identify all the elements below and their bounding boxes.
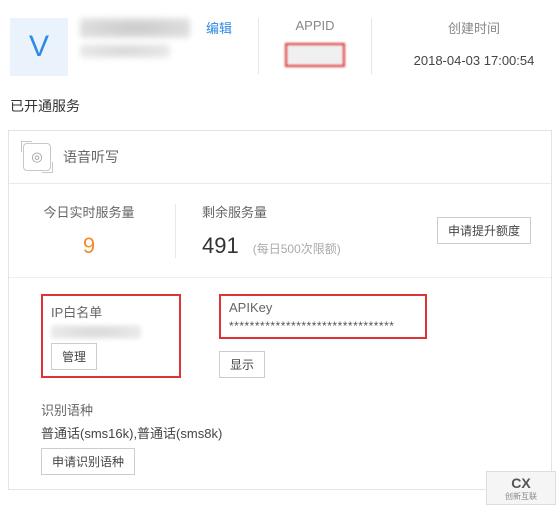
today-usage-label: 今日实时服务量	[43, 202, 134, 221]
logo-sub: 创新互联	[505, 491, 537, 502]
remaining-value: 491	[202, 233, 239, 259]
app-header: V 编辑 APPID 创建时间 2018-04-03 17:00:54	[0, 0, 560, 88]
service-header: ◎ 语音听写	[9, 131, 551, 184]
upgrade-quota-button[interactable]: 申请提升额度	[437, 217, 531, 244]
apikey-value: ********************************	[229, 319, 417, 333]
apikey-show-button[interactable]: 显示	[219, 351, 265, 378]
edit-link[interactable]: 编辑	[206, 18, 232, 37]
service-name: 语音听写	[63, 147, 119, 167]
stats-row: 今日实时服务量 9 剩余服务量 491 (每日500次限额) 申请提升额度	[9, 184, 551, 277]
brand-logo: CX 创新互联	[486, 471, 556, 505]
language-value: 普通话(sms16k),普通话(sms8k)	[41, 423, 519, 442]
remaining-note: (每日500次限额)	[253, 240, 341, 257]
divider	[371, 18, 372, 74]
remaining-label: 剩余服务量	[202, 202, 437, 221]
voice-icon: ◎	[23, 143, 51, 171]
create-time-label: 创建时间	[448, 18, 500, 37]
app-name-redacted	[80, 18, 190, 38]
appid-value-redacted	[285, 43, 345, 67]
today-usage-value: 9	[83, 233, 95, 259]
divider	[258, 18, 259, 74]
ip-whitelist-label: IP白名单	[51, 302, 171, 321]
ip-whitelist-value-redacted	[51, 325, 141, 339]
app-sub-redacted	[80, 44, 170, 58]
ip-manage-button[interactable]: 管理	[51, 343, 97, 370]
section-title: 已开通服务	[0, 88, 560, 124]
apikey-label: APIKey	[229, 300, 417, 315]
language-block: 识别语种 普通话(sms16k),普通话(sms8k) 申请识别语种	[9, 394, 551, 489]
apply-language-button[interactable]: 申请识别语种	[41, 448, 135, 475]
divider	[175, 204, 176, 258]
avatar: V	[10, 18, 68, 76]
language-label: 识别语种	[41, 400, 519, 419]
create-time-value: 2018-04-03 17:00:54	[414, 53, 535, 68]
appid-label: APPID	[296, 18, 335, 33]
service-card: ◎ 语音听写 今日实时服务量 9 剩余服务量 491 (每日500次限额) 申请…	[8, 130, 552, 490]
logo-main: CX	[511, 475, 530, 491]
detail-row: IP白名单 管理 APIKey ************************…	[9, 277, 551, 394]
